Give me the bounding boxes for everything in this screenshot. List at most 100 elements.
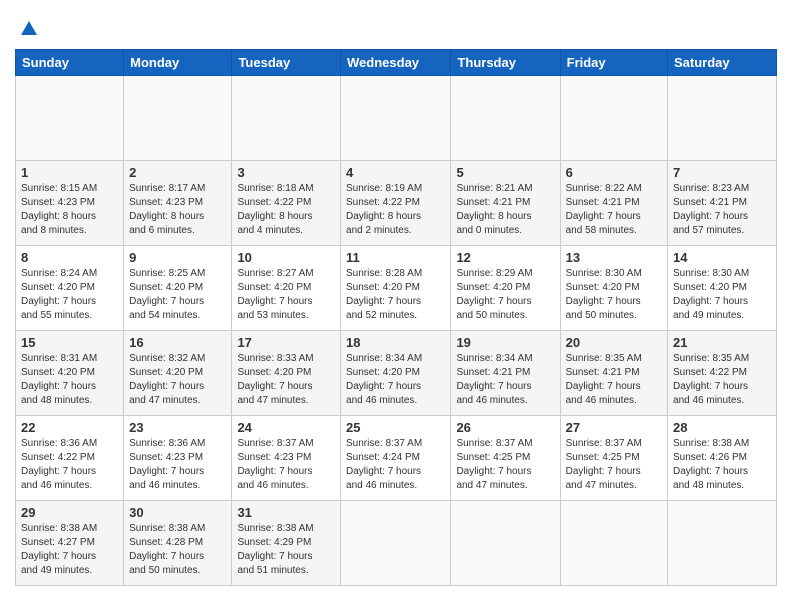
day-info: Sunrise: 8:38 AM Sunset: 4:27 PM Dayligh… (21, 522, 118, 578)
day-info: Sunrise: 8:36 AM Sunset: 4:22 PM Dayligh… (21, 437, 118, 493)
day-info: Sunrise: 8:37 AM Sunset: 4:25 PM Dayligh… (456, 437, 554, 493)
day-number: 19 (456, 335, 554, 350)
calendar-cell (232, 76, 341, 161)
calendar-cell: 17 Sunrise: 8:33 AM Sunset: 4:20 PM Dayli… (232, 331, 341, 416)
day-number: 24 (237, 420, 335, 435)
calendar-week-5: 29 Sunrise: 8:38 AM Sunset: 4:27 PM Dayli… (16, 501, 777, 586)
calendar-cell: 26 Sunrise: 8:37 AM Sunset: 4:25 PM Dayli… (451, 416, 560, 501)
day-number: 2 (129, 165, 226, 180)
day-number: 31 (237, 505, 335, 520)
calendar-cell: 28Sunrise: 8:38 AM Sunset: 4:26 PM Dayli… (668, 416, 777, 501)
day-number: 28 (673, 420, 771, 435)
calendar-week-2: 8 Sunrise: 8:24 AM Sunset: 4:20 PM Daylig… (16, 246, 777, 331)
calendar-cell (668, 76, 777, 161)
day-number: 18 (346, 335, 445, 350)
calendar-cell: 23 Sunrise: 8:36 AM Sunset: 4:23 PM Dayli… (124, 416, 232, 501)
calendar-cell: 25Sunrise: 8:37 AM Sunset: 4:24 PM Dayli… (341, 416, 451, 501)
col-header-thursday: Thursday (451, 50, 560, 76)
calendar-cell: 6 Sunrise: 8:22 AM Sunset: 4:21 PM Daylig… (560, 161, 667, 246)
day-number: 15 (21, 335, 118, 350)
calendar-cell: 14 Sunrise: 8:30 AM Sunset: 4:20 PM Dayli… (668, 246, 777, 331)
day-number: 14 (673, 250, 771, 265)
calendar-cell: 29 Sunrise: 8:38 AM Sunset: 4:27 PM Dayli… (16, 501, 124, 586)
calendar-cell: 2 Sunrise: 8:17 AM Sunset: 4:23 PM Daylig… (124, 161, 232, 246)
calendar-cell: 11 Sunrise: 8:28 AM Sunset: 4:20 PM Dayli… (341, 246, 451, 331)
day-info: Sunrise: 8:35 AM Sunset: 4:22 PM Dayligh… (673, 352, 771, 408)
calendar-table: SundayMondayTuesdayWednesdayThursdayFrid… (15, 49, 777, 586)
day-number: 4 (346, 165, 445, 180)
day-info: Sunrise: 8:24 AM Sunset: 4:20 PM Dayligh… (21, 267, 118, 323)
day-number: 22 (21, 420, 118, 435)
col-header-sunday: Sunday (16, 50, 124, 76)
col-header-wednesday: Wednesday (341, 50, 451, 76)
day-number: 3 (237, 165, 335, 180)
day-number: 5 (456, 165, 554, 180)
day-info: Sunrise: 8:17 AM Sunset: 4:23 PM Dayligh… (129, 182, 226, 238)
calendar-cell: 8 Sunrise: 8:24 AM Sunset: 4:20 PM Daylig… (16, 246, 124, 331)
day-info: Sunrise: 8:32 AM Sunset: 4:20 PM Dayligh… (129, 352, 226, 408)
day-number: 23 (129, 420, 226, 435)
day-info: Sunrise: 8:29 AM Sunset: 4:20 PM Dayligh… (456, 267, 554, 323)
day-number: 21 (673, 335, 771, 350)
day-info: Sunrise: 8:23 AM Sunset: 4:21 PM Dayligh… (673, 182, 771, 238)
calendar-week-1: 1Sunrise: 8:15 AM Sunset: 4:23 PM Daylig… (16, 161, 777, 246)
day-number: 27 (566, 420, 662, 435)
calendar-header-row: SundayMondayTuesdayWednesdayThursdayFrid… (16, 50, 777, 76)
day-info: Sunrise: 8:19 AM Sunset: 4:22 PM Dayligh… (346, 182, 445, 238)
calendar-cell: 20Sunrise: 8:35 AM Sunset: 4:21 PM Dayli… (560, 331, 667, 416)
col-header-monday: Monday (124, 50, 232, 76)
calendar-week-4: 22 Sunrise: 8:36 AM Sunset: 4:22 PM Dayli… (16, 416, 777, 501)
calendar-week-3: 15Sunrise: 8:31 AM Sunset: 4:20 PM Dayli… (16, 331, 777, 416)
calendar-cell: 22 Sunrise: 8:36 AM Sunset: 4:22 PM Dayli… (16, 416, 124, 501)
calendar-cell: 18 Sunrise: 8:34 AM Sunset: 4:20 PM Dayli… (341, 331, 451, 416)
day-info: Sunrise: 8:18 AM Sunset: 4:22 PM Dayligh… (237, 182, 335, 238)
day-number: 8 (21, 250, 118, 265)
day-number: 29 (21, 505, 118, 520)
day-info: Sunrise: 8:27 AM Sunset: 4:20 PM Dayligh… (237, 267, 335, 323)
day-info: Sunrise: 8:30 AM Sunset: 4:20 PM Dayligh… (566, 267, 662, 323)
day-info: Sunrise: 8:25 AM Sunset: 4:20 PM Dayligh… (129, 267, 226, 323)
calendar-cell: 15Sunrise: 8:31 AM Sunset: 4:20 PM Dayli… (16, 331, 124, 416)
calendar-cell (341, 76, 451, 161)
calendar-cell: 12 Sunrise: 8:29 AM Sunset: 4:20 PM Dayli… (451, 246, 560, 331)
day-info: Sunrise: 8:35 AM Sunset: 4:21 PM Dayligh… (566, 352, 662, 408)
calendar-cell (124, 76, 232, 161)
page: SundayMondayTuesdayWednesdayThursdayFrid… (0, 0, 792, 612)
calendar-cell: 27Sunrise: 8:37 AM Sunset: 4:25 PM Dayli… (560, 416, 667, 501)
calendar-cell: 30 Sunrise: 8:38 AM Sunset: 4:28 PM Dayli… (124, 501, 232, 586)
calendar-cell (560, 501, 667, 586)
day-info: Sunrise: 8:21 AM Sunset: 4:21 PM Dayligh… (456, 182, 554, 238)
day-info: Sunrise: 8:30 AM Sunset: 4:20 PM Dayligh… (673, 267, 771, 323)
day-number: 26 (456, 420, 554, 435)
day-info: Sunrise: 8:33 AM Sunset: 4:20 PM Dayligh… (237, 352, 335, 408)
col-header-tuesday: Tuesday (232, 50, 341, 76)
calendar-week-0 (16, 76, 777, 161)
calendar-cell: 7Sunrise: 8:23 AM Sunset: 4:21 PM Daylig… (668, 161, 777, 246)
day-info: Sunrise: 8:38 AM Sunset: 4:29 PM Dayligh… (237, 522, 335, 578)
day-number: 6 (566, 165, 662, 180)
calendar-cell: 16 Sunrise: 8:32 AM Sunset: 4:20 PM Dayli… (124, 331, 232, 416)
day-info: Sunrise: 8:28 AM Sunset: 4:20 PM Dayligh… (346, 267, 445, 323)
logo (15, 15, 41, 39)
day-number: 11 (346, 250, 445, 265)
day-number: 30 (129, 505, 226, 520)
calendar-cell: 1Sunrise: 8:15 AM Sunset: 4:23 PM Daylig… (16, 161, 124, 246)
day-info: Sunrise: 8:34 AM Sunset: 4:20 PM Dayligh… (346, 352, 445, 408)
day-number: 17 (237, 335, 335, 350)
day-info: Sunrise: 8:36 AM Sunset: 4:23 PM Dayligh… (129, 437, 226, 493)
day-info: Sunrise: 8:15 AM Sunset: 4:23 PM Dayligh… (21, 182, 118, 238)
calendar-cell: 4 Sunrise: 8:19 AM Sunset: 4:22 PM Daylig… (341, 161, 451, 246)
day-number: 12 (456, 250, 554, 265)
col-header-saturday: Saturday (668, 50, 777, 76)
calendar-cell: 24Sunrise: 8:37 AM Sunset: 4:23 PM Dayli… (232, 416, 341, 501)
calendar-cell: 13 Sunrise: 8:30 AM Sunset: 4:20 PM Dayli… (560, 246, 667, 331)
day-info: Sunrise: 8:34 AM Sunset: 4:21 PM Dayligh… (456, 352, 554, 408)
day-number: 16 (129, 335, 226, 350)
day-number: 13 (566, 250, 662, 265)
calendar-cell (451, 76, 560, 161)
calendar-cell: 31 Sunrise: 8:38 AM Sunset: 4:29 PM Dayli… (232, 501, 341, 586)
day-info: Sunrise: 8:22 AM Sunset: 4:21 PM Dayligh… (566, 182, 662, 238)
calendar-cell: 9Sunrise: 8:25 AM Sunset: 4:20 PM Daylig… (124, 246, 232, 331)
day-info: Sunrise: 8:38 AM Sunset: 4:28 PM Dayligh… (129, 522, 226, 578)
calendar-cell: 10Sunrise: 8:27 AM Sunset: 4:20 PM Dayli… (232, 246, 341, 331)
